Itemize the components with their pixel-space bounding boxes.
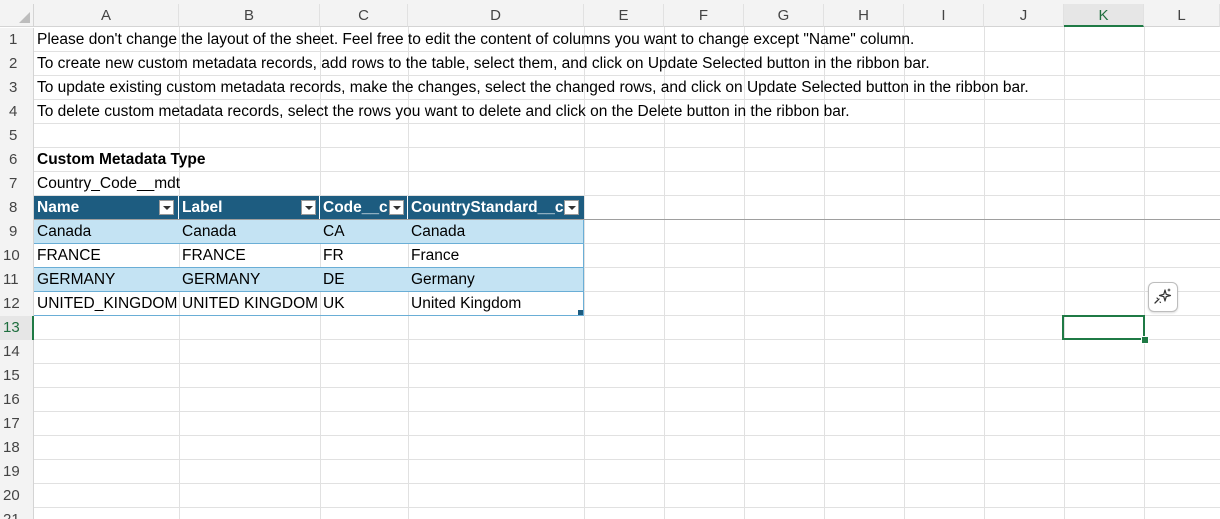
filter-dropdown-icon[interactable] xyxy=(389,200,404,215)
cell-a2-instruction[interactable]: To create new custom metadata records, a… xyxy=(34,52,930,76)
column-header-a[interactable]: A xyxy=(34,4,179,27)
table-cell-code[interactable]: CA xyxy=(320,220,345,244)
row-header-1[interactable]: 1 xyxy=(0,28,34,52)
table-resize-handle[interactable] xyxy=(578,310,583,315)
table-header-country-standard[interactable]: CountryStandard__c xyxy=(408,196,584,220)
grid-line xyxy=(1064,27,1065,519)
table-band-row xyxy=(34,268,584,292)
row-header-10[interactable]: 10 xyxy=(0,244,34,268)
table-cell-code[interactable]: FR xyxy=(320,244,344,268)
grid-line xyxy=(34,435,1220,436)
table-cell-name[interactable]: FRANCE xyxy=(34,244,101,268)
table-cell-name[interactable]: GERMANY xyxy=(34,268,115,292)
table-cell-name[interactable]: UNITED_KINGDOM xyxy=(34,292,177,316)
table-band-row xyxy=(34,220,584,244)
cell-a3-instruction[interactable]: To update existing custom metadata recor… xyxy=(34,76,1029,100)
row-header-21[interactable]: 21 xyxy=(0,508,34,519)
filter-dropdown-icon[interactable] xyxy=(159,200,174,215)
grid-line xyxy=(34,147,1220,148)
grid-line xyxy=(34,363,1220,364)
table-cell-country-standard[interactable]: United Kingdom xyxy=(408,292,521,316)
column-header-d[interactable]: D xyxy=(408,4,584,27)
table-cell-country-standard[interactable]: Canada xyxy=(408,220,465,244)
freeze-pane-line xyxy=(0,219,1220,220)
cell-a7-metadata-type-value[interactable]: Country_Code__mdt xyxy=(34,172,180,196)
row-header-17[interactable]: 17 xyxy=(0,412,34,436)
table-cell-label[interactable]: FRANCE xyxy=(179,244,246,268)
grid-line xyxy=(34,411,1220,412)
row-header-2[interactable]: 2 xyxy=(0,52,34,76)
table-header-code[interactable]: Code__c xyxy=(320,196,408,220)
column-header-g[interactable]: G xyxy=(744,4,824,27)
row-header-12[interactable]: 12 xyxy=(0,292,34,316)
table-cell-code[interactable]: DE xyxy=(320,268,345,292)
cell-a4-instruction[interactable]: To delete custom metadata records, selec… xyxy=(34,100,850,124)
table-header-country-standard-label: CountryStandard__c xyxy=(411,199,564,216)
filter-dropdown-icon[interactable] xyxy=(564,200,579,215)
active-cell-selection[interactable] xyxy=(1062,315,1145,340)
grid-line xyxy=(34,459,1220,460)
row-header-16[interactable]: 16 xyxy=(0,388,34,412)
grid-line xyxy=(34,507,1220,508)
grid-line xyxy=(984,27,985,519)
cell-a1-instruction[interactable]: Please don't change the layout of the sh… xyxy=(34,28,914,52)
row-header-4[interactable]: 4 xyxy=(0,100,34,124)
select-all-corner[interactable] xyxy=(0,4,34,27)
row-header-9[interactable]: 9 xyxy=(0,220,34,244)
row-header-18[interactable]: 18 xyxy=(0,436,34,460)
table-row-divider xyxy=(34,243,584,244)
sparkle-icon xyxy=(1154,288,1172,304)
column-header-j[interactable]: J xyxy=(984,4,1064,27)
column-header-e[interactable]: E xyxy=(584,4,664,27)
copilot-button[interactable] xyxy=(1148,282,1178,312)
column-header-c[interactable]: C xyxy=(320,4,408,27)
column-header-i[interactable]: I xyxy=(904,4,984,27)
table-header-name-label: Name xyxy=(37,199,80,216)
filter-dropdown-icon[interactable] xyxy=(301,200,316,215)
grid-line xyxy=(34,483,1220,484)
table-cell-country-standard[interactable]: France xyxy=(408,244,459,268)
row-header-19[interactable]: 19 xyxy=(0,460,34,484)
table-cell-label[interactable]: GERMANY xyxy=(179,268,260,292)
column-header-b[interactable]: B xyxy=(179,4,320,27)
fill-handle[interactable] xyxy=(1141,336,1149,344)
table-header-name[interactable]: Name xyxy=(34,196,179,220)
grid-line xyxy=(34,339,1220,340)
column-header-h[interactable]: H xyxy=(824,4,904,27)
column-header-k[interactable]: K xyxy=(1064,4,1144,27)
select-all-triangle-icon xyxy=(19,12,30,23)
table-header-label-label: Label xyxy=(182,199,223,216)
column-header-f[interactable]: F xyxy=(664,4,744,27)
grid-line xyxy=(34,387,1220,388)
grid-line xyxy=(1144,27,1145,519)
table-cell-code[interactable]: UK xyxy=(320,292,345,316)
table-row-divider xyxy=(34,267,584,268)
table-cell-country-standard[interactable]: Germany xyxy=(408,268,475,292)
grid-line xyxy=(34,171,1220,172)
table-cell-label[interactable]: Canada xyxy=(179,220,236,244)
table-header-code-label: Code__c xyxy=(323,199,388,216)
row-header-6[interactable]: 6 xyxy=(0,148,34,172)
row-header-14[interactable]: 14 xyxy=(0,340,34,364)
row-header-20[interactable]: 20 xyxy=(0,484,34,508)
row-header-13[interactable]: 13 xyxy=(0,316,34,340)
column-header-l[interactable]: L xyxy=(1144,4,1220,27)
table-header-label[interactable]: Label xyxy=(179,196,320,220)
table-cell-name[interactable]: Canada xyxy=(34,220,91,244)
cell-a6-metadata-type-label[interactable]: Custom Metadata Type xyxy=(34,148,206,172)
row-header-15[interactable]: 15 xyxy=(0,364,34,388)
row-header-3[interactable]: 3 xyxy=(0,76,34,100)
row-header-8[interactable]: 8 xyxy=(0,196,34,220)
table-cell-label[interactable]: UNITED KINGDOM xyxy=(179,292,318,316)
row-header-7[interactable]: 7 xyxy=(0,172,34,196)
row-header-5[interactable]: 5 xyxy=(0,124,34,148)
grid-line xyxy=(904,27,905,519)
row-header-11[interactable]: 11 xyxy=(0,268,34,292)
